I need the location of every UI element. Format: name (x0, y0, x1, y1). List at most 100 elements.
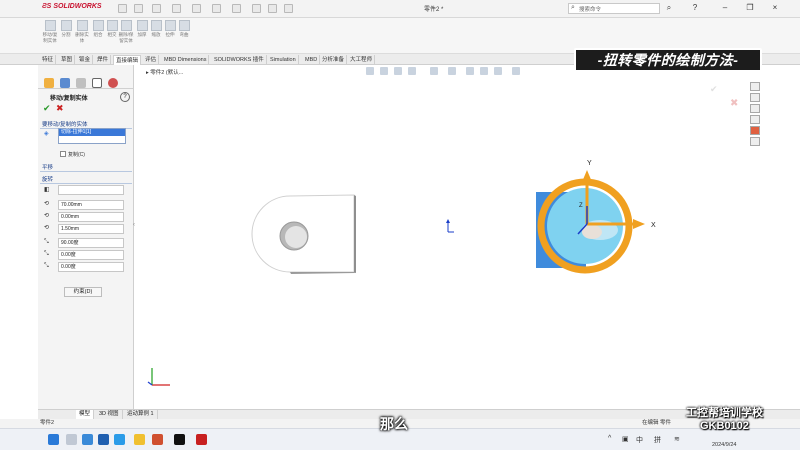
origin-indicator (446, 219, 454, 233)
delete-keep-body-button[interactable]: 删除/保留实体 (118, 20, 134, 44)
split-button[interactable]: 分割 (58, 20, 74, 38)
rebuild-icon[interactable] (252, 4, 261, 13)
rotated-body-preview[interactable] (536, 178, 633, 274)
tray-app-icon[interactable]: ▣ (622, 435, 629, 443)
task-pane-strip (748, 80, 762, 150)
view-orientation-icon[interactable] (430, 67, 438, 75)
ok-check-icon[interactable]: ✔ (43, 103, 51, 114)
app-icon-1[interactable] (98, 434, 109, 445)
y-rotation-angle-input[interactable]: 0.00度 (58, 250, 124, 260)
ime-pinyin-indicator[interactable]: 拼 (654, 435, 661, 445)
tiktok-icon[interactable] (174, 434, 185, 445)
app-icon-2[interactable] (114, 434, 125, 445)
app-icon-3[interactable] (152, 434, 163, 445)
edit-appearance-icon[interactable] (480, 67, 488, 75)
tab-sheet-metal[interactable]: 钣金 (77, 55, 94, 65)
z-rotation-angle-input[interactable]: 0.00度 (58, 262, 124, 272)
command-search-input[interactable]: ⌕ 搜索命令 (568, 3, 660, 14)
section-view-icon[interactable] (408, 67, 416, 75)
tab-evaluate[interactable]: 评估 (143, 55, 160, 65)
custom-properties-icon[interactable] (750, 137, 760, 146)
status-left-text: 零件2 (40, 420, 55, 426)
close-button[interactable]: × (770, 3, 780, 13)
solidworks-taskbar-icon[interactable] (196, 434, 207, 445)
tab-features[interactable]: 特征 (40, 55, 57, 65)
dimxpert-tab-icon[interactable] (92, 78, 102, 88)
view-settings-icon[interactable] (512, 67, 520, 75)
watermark-school-name: 工控帮培训学校 (686, 407, 763, 419)
tab-motion-study[interactable]: 运动算例 1 (124, 410, 158, 419)
feature-manager-tab-icon[interactable] (44, 78, 54, 88)
flat-part-body[interactable] (251, 194, 356, 274)
apply-scene-icon[interactable] (494, 67, 502, 75)
options-gear-icon[interactable] (284, 4, 293, 13)
file-properties-icon[interactable] (268, 4, 277, 13)
help-icon[interactable]: ? (690, 3, 700, 13)
solidworks-logo[interactable]: ƧS SOLIDWORKS (42, 3, 102, 10)
flex-button[interactable]: 弯曲 (176, 20, 192, 38)
previous-view-icon[interactable] (394, 67, 402, 75)
tray-chevron-icon[interactable]: ^ (608, 435, 611, 442)
tab-solidworks-addins[interactable]: SOLIDWORKS 插件 (212, 55, 267, 65)
tab-model[interactable]: 模型 (76, 410, 95, 419)
wifi-icon[interactable]: ≋ (674, 435, 680, 443)
tab-analysis-prep[interactable]: 分析准备 (320, 55, 348, 65)
bodies-selection-box[interactable]: 切除-拉伸1[1] (58, 128, 126, 144)
appearances-icon[interactable] (750, 126, 760, 135)
rotation-reference-field[interactable] (58, 185, 124, 195)
x-rotation-origin-input[interactable]: 70.00mm (58, 200, 124, 210)
move-copy-body-button[interactable]: 移动/复制实体 (42, 20, 58, 44)
solidworks-resources-icon[interactable] (750, 82, 760, 91)
confirm-corner-cancel: ✖ (730, 98, 738, 109)
z-rotation-origin-input[interactable]: 1.50mm (58, 224, 124, 234)
cancel-x-icon[interactable]: ✖ (56, 103, 64, 114)
feature-tree-flyout[interactable]: ▸ 零件2 (默认... (146, 68, 183, 76)
tab-sketch[interactable]: 草图 (59, 55, 76, 65)
constraints-button[interactable]: 约束(D) (64, 287, 102, 297)
new-file-icon[interactable] (134, 4, 143, 13)
ime-chinese-indicator[interactable]: 中 (636, 435, 643, 445)
print-icon[interactable] (192, 4, 201, 13)
help-button[interactable]: ? (120, 92, 130, 102)
copy-checkbox[interactable] (60, 151, 66, 157)
tab-weldments[interactable]: 焊件 (95, 55, 112, 65)
tab-mbd-dimensions[interactable]: MBD Dimensions (162, 55, 210, 65)
windows-start-icon[interactable] (48, 434, 59, 445)
search-go-icon[interactable]: ⌕ (664, 3, 674, 13)
open-file-icon[interactable] (152, 4, 161, 13)
zoom-to-fit-icon[interactable] (366, 67, 374, 75)
undo-icon[interactable] (212, 4, 221, 13)
edge-browser-icon[interactable] (82, 434, 93, 445)
tab-mbd[interactable]: MBD (303, 55, 321, 65)
tab-engineer[interactable]: 大工程师 (348, 55, 376, 65)
property-manager-tab-icon[interactable] (60, 78, 70, 88)
task-view-icon[interactable] (66, 434, 77, 445)
section-rotate[interactable]: 旋转 (40, 175, 132, 184)
y-rotation-origin-input[interactable]: 0.00mm (58, 212, 124, 222)
view-palette-icon[interactable] (750, 115, 760, 124)
selected-body-item[interactable]: 切除-拉伸1[1] (59, 129, 125, 136)
x-rotation-angle-input[interactable]: 90.00度 (58, 238, 124, 248)
tab-simulation[interactable]: Simulation (268, 55, 299, 65)
rotation-reference-icon: ◧ (44, 187, 50, 193)
delete-body-button[interactable]: 删除实体 (74, 20, 90, 44)
z-rotation-angle-icon: ⤡ (44, 263, 49, 269)
tab-direct-editing[interactable]: 直接编辑 (113, 55, 142, 65)
home-icon[interactable] (118, 4, 127, 13)
display-manager-tab-icon[interactable] (108, 78, 118, 88)
video-subtitle: 那么 (380, 416, 408, 432)
display-style-icon[interactable] (448, 67, 456, 75)
restore-button[interactable]: ❐ (745, 3, 755, 13)
minimize-button[interactable]: – (720, 3, 730, 13)
file-explorer-icon[interactable] (750, 104, 760, 113)
select-icon[interactable] (232, 4, 241, 13)
section-translate[interactable]: 平移 (40, 163, 132, 172)
tab-3d-view[interactable]: 3D 视图 (96, 410, 123, 419)
configuration-manager-tab-icon[interactable] (76, 78, 86, 88)
zoom-area-icon[interactable] (380, 67, 388, 75)
panel-collapse-handle[interactable]: ‹ (133, 222, 137, 234)
file-explorer-taskbar-icon[interactable] (134, 434, 145, 445)
hide-show-icon[interactable] (466, 67, 474, 75)
save-icon[interactable] (172, 4, 181, 13)
design-library-icon[interactable] (750, 93, 760, 102)
